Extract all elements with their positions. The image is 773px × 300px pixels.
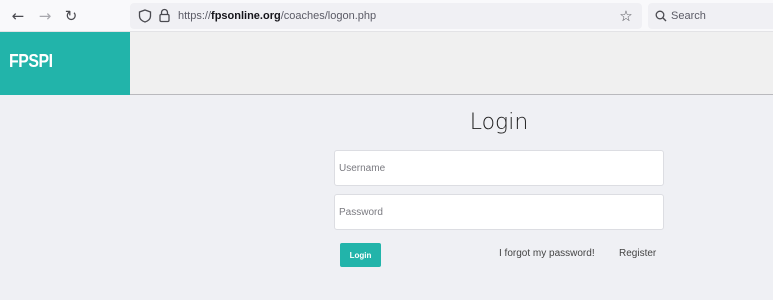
url-text[interactable]: https://fpsonline.org/coaches/logon.php: [178, 3, 376, 29]
logo-text: FPSPI: [9, 51, 53, 71]
browser-toolbar: ← → ↻ https://fpsonline.org/coaches/logo…: [0, 0, 773, 32]
url-domain: fpsonline.org: [211, 10, 281, 22]
browser-search-input[interactable]: [671, 3, 771, 29]
login-button[interactable]: Login: [340, 243, 381, 267]
browser-search-box[interactable]: [648, 3, 773, 29]
tracking-protection-shield-icon[interactable]: [138, 9, 152, 23]
site-logo[interactable]: FPSPI: [0, 32, 130, 95]
bookmark-star-icon[interactable]: ☆: [617, 7, 635, 25]
search-icon: [655, 10, 667, 22]
page-title: Login: [469, 110, 529, 135]
username-input[interactable]: [334, 150, 664, 186]
forward-arrow-icon[interactable]: →: [34, 4, 56, 28]
lock-icon[interactable]: [158, 8, 171, 23]
site-header: FPSPI: [0, 32, 773, 95]
reload-icon[interactable]: ↻: [60, 4, 82, 28]
register-link[interactable]: Register: [619, 248, 656, 259]
forgot-password-link[interactable]: I forgot my password!: [499, 248, 595, 259]
back-arrow-icon[interactable]: ←: [7, 4, 29, 28]
url-path: /coaches/logon.php: [280, 10, 377, 22]
password-input[interactable]: [334, 194, 664, 230]
address-bar[interactable]: https://fpsonline.org/coaches/logon.php …: [130, 3, 642, 29]
url-prefix: https://: [178, 10, 212, 22]
